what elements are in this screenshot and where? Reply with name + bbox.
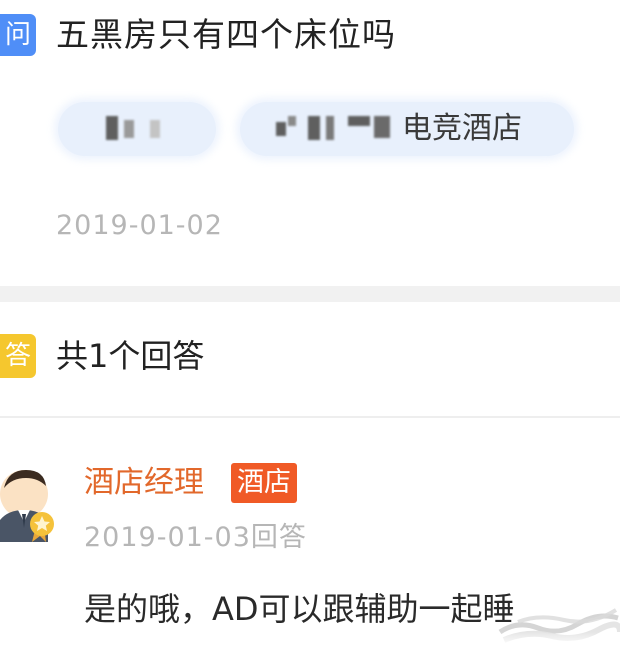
answer-date: 2019-01-03回答 bbox=[84, 522, 307, 553]
question-title: 五黑房只有四个床位吗 bbox=[56, 15, 396, 54]
pixelated-text bbox=[150, 120, 160, 138]
pixelated-text bbox=[106, 116, 118, 140]
pixelated-text bbox=[276, 122, 286, 136]
pixelated-text bbox=[348, 116, 370, 126]
answer-count: 共1个回答 bbox=[56, 337, 205, 375]
divider bbox=[0, 416, 620, 418]
answer-text: 是的哦，AD可以跟辅助一起睡 bbox=[84, 590, 515, 628]
pixelated-text bbox=[288, 116, 296, 126]
answerer-name[interactable]: 酒店经理 bbox=[84, 460, 204, 506]
question-badge: 问 bbox=[0, 14, 36, 56]
pixelated-text bbox=[308, 116, 320, 140]
hotel-tag-blurred[interactable] bbox=[58, 102, 216, 156]
pixelated-text bbox=[374, 116, 390, 138]
manager-avatar-icon[interactable] bbox=[0, 462, 62, 542]
question-date: 2019-01-02 bbox=[56, 210, 223, 241]
question-section: 问 五黑房只有四个床位吗 电竞酒店 2019-01-02 bbox=[0, 0, 620, 286]
hotel-tag-label[interactable]: 电竞酒店 bbox=[402, 102, 522, 156]
bottom-fade bbox=[0, 632, 620, 646]
pixelated-text bbox=[124, 120, 134, 138]
pixelated-text bbox=[326, 116, 334, 140]
section-divider bbox=[0, 286, 620, 302]
hotel-role-badge: 酒店 bbox=[231, 463, 297, 503]
answer-badge: 答 bbox=[0, 334, 36, 378]
